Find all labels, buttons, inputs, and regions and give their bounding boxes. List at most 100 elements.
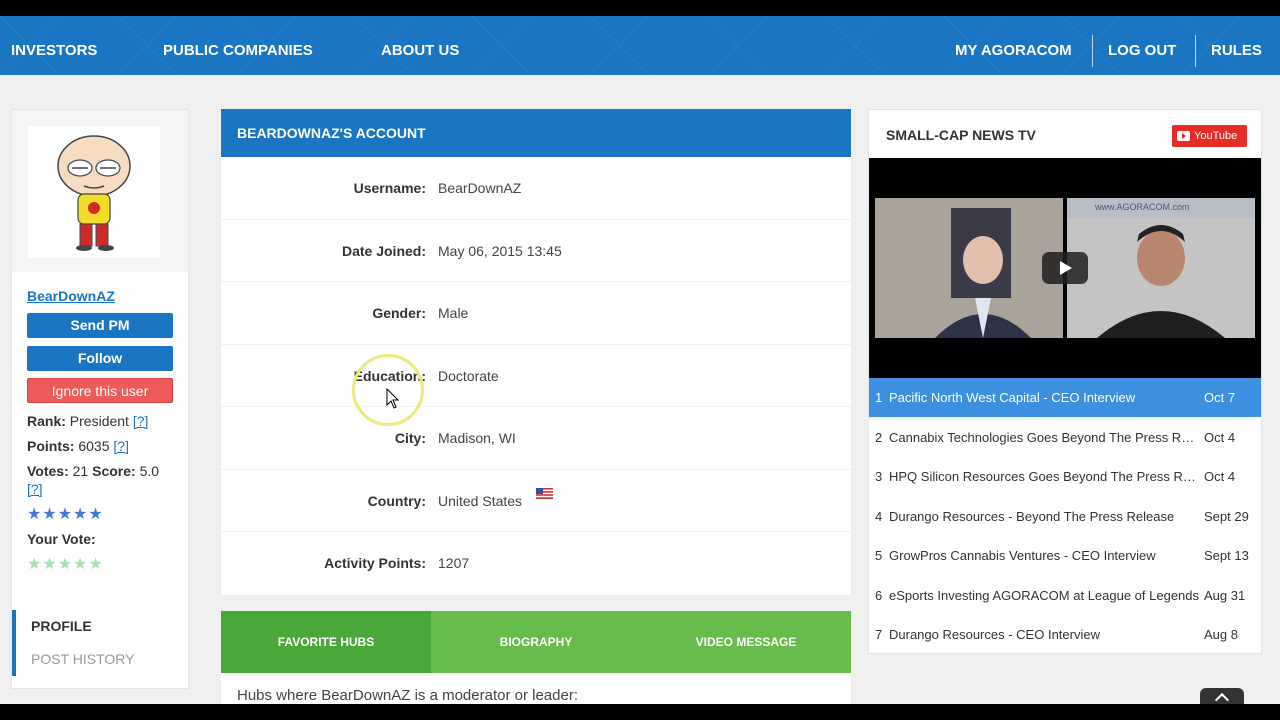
tab-biography[interactable]: BIOGRAPHY bbox=[431, 611, 641, 673]
playlist-item[interactable]: 2 Cannabix Technologies Goes Beyond The … bbox=[869, 418, 1261, 457]
account-details: Username: BearDownAZ Date Joined: May 06… bbox=[221, 157, 851, 595]
detail-label: Date Joined: bbox=[341, 242, 426, 259]
top-nav: INVESTORS PUBLIC COMPANIES ABOUT US MY A… bbox=[0, 16, 1280, 75]
playlist-date: Sept 29 bbox=[1204, 508, 1249, 524]
detail-value: Male bbox=[438, 305, 469, 321]
detail-row: Gender: Male bbox=[221, 282, 851, 345]
detail-label: Username: bbox=[353, 180, 426, 196]
detail-value: 1207 bbox=[438, 555, 470, 571]
points-help-link[interactable]: [?] bbox=[113, 438, 129, 454]
playlist-number: 5 bbox=[875, 548, 883, 563]
votes-label: Votes: bbox=[27, 463, 69, 479]
profile-nav: PROFILE POST HISTORY bbox=[12, 610, 188, 676]
play-button-icon[interactable] bbox=[1042, 252, 1088, 284]
votes-value: 21 bbox=[72, 463, 89, 479]
playlist-item[interactable]: 4 Durango Resources - Beyond The Press R… bbox=[869, 497, 1261, 536]
video-thumbnail-left bbox=[875, 198, 1063, 338]
score-help-link[interactable]: [?] bbox=[27, 481, 43, 497]
playlist-title: Durango Resources - CEO Interview bbox=[889, 627, 1100, 642]
detail-row: City: Madison, WI bbox=[221, 407, 851, 470]
detail-row: Date Joined: May 06, 2015 13:45 bbox=[221, 220, 851, 282]
detail-label: Country: bbox=[367, 492, 426, 509]
points-stat: Points: 6035 [?] bbox=[27, 437, 129, 455]
follow-button[interactable]: Follow bbox=[27, 346, 173, 371]
playlist-number: 2 bbox=[875, 429, 883, 445]
tab-favorite-hubs[interactable]: FAVORITE HUBS bbox=[221, 611, 431, 673]
profile-sidebar: BearDownAZ Send PM Follow Ignore this us… bbox=[11, 109, 189, 689]
score-label: Score: bbox=[92, 463, 136, 479]
nav-divider bbox=[1092, 35, 1093, 67]
playlist-item[interactable]: 5 GrowPros Cannabis Ventures - CEO Inter… bbox=[869, 536, 1261, 575]
votes-stat: Votes: 21 Score: 5.0 [?] bbox=[27, 462, 177, 498]
detail-row: Username: BearDownAZ bbox=[221, 157, 851, 220]
playlist-item[interactable]: 7 Durango Resources - CEO Interview Aug … bbox=[869, 615, 1261, 654]
nav-my-agoracom[interactable]: MY AGORACOM bbox=[955, 16, 1072, 75]
playlist-number: 6 bbox=[875, 587, 883, 603]
detail-value: Doctorate bbox=[438, 367, 499, 384]
account-panel: BEARDOWNAZ'S ACCOUNT Username: BearDownA… bbox=[221, 109, 851, 704]
playlist-item[interactable]: 1 Pacific North West Capital - CEO Inter… bbox=[869, 378, 1261, 417]
send-pm-button[interactable]: Send PM bbox=[27, 313, 173, 338]
tab-video-message[interactable]: VIDEO MESSAGE bbox=[641, 611, 851, 673]
youtube-icon bbox=[1177, 131, 1190, 141]
youtube-button[interactable]: YouTube bbox=[1172, 125, 1247, 147]
us-flag-icon bbox=[536, 487, 553, 499]
detail-value: United States bbox=[438, 492, 523, 509]
points-value: 6035 bbox=[78, 438, 110, 454]
detail-row: Education: Doctorate bbox=[221, 345, 851, 407]
rating-stars: ★★★★★ bbox=[27, 506, 104, 523]
nav-investors[interactable]: INVESTORS bbox=[11, 16, 97, 75]
playlist-title: Pacific North West Capital - CEO Intervi… bbox=[889, 390, 1136, 405]
playlist-date: Oct 4 bbox=[1204, 429, 1236, 445]
playlist-title: GrowPros Cannabis Ventures - CEO Intervi… bbox=[889, 548, 1156, 563]
playlist-date: Oct 4 bbox=[1204, 469, 1236, 484]
ignore-user-button[interactable]: Ignore this user bbox=[27, 378, 173, 403]
video-player[interactable]: www.AGORACOM.com bbox=[869, 158, 1261, 378]
playlist-number: 1 bbox=[875, 390, 883, 405]
video-frame-right: www.AGORACOM.com bbox=[1067, 198, 1255, 338]
playlist-number: 3 bbox=[875, 469, 883, 484]
scroll-to-top-button[interactable] bbox=[1200, 688, 1244, 704]
playlist-item[interactable]: 3 HPQ Silicon Resources Goes Beyond The … bbox=[869, 457, 1261, 496]
detail-label: Gender: bbox=[372, 305, 426, 321]
video-frame-left bbox=[875, 198, 1063, 338]
playlist-date: Sept 13 bbox=[1204, 548, 1249, 563]
detail-value: BearDownAZ bbox=[438, 180, 522, 196]
post-history-tab[interactable]: POST HISTORY bbox=[31, 651, 134, 667]
vote-stars[interactable]: ★★★★★ bbox=[27, 554, 104, 574]
playlist-number: 7 bbox=[875, 627, 883, 642]
detail-row: Activity Points: 1207 bbox=[221, 532, 851, 595]
rank-help-link[interactable]: [?] bbox=[133, 413, 149, 429]
playlist-item[interactable]: 6 eSports Investing AGORACOM at League o… bbox=[869, 576, 1261, 615]
nav-log-out[interactable]: LOG OUT bbox=[1108, 16, 1176, 75]
playlist-title: HPQ Silicon Resources Goes Beyond The Pr… bbox=[889, 469, 1199, 484]
nav-divider bbox=[1195, 35, 1196, 67]
mouse-pointer-icon bbox=[386, 388, 400, 409]
nav-public-companies[interactable]: PUBLIC COMPANIES bbox=[163, 16, 313, 75]
detail-value: May 06, 2015 13:45 bbox=[438, 242, 562, 259]
rank-value: President bbox=[69, 413, 129, 429]
tab-content: Hubs where BearDownAZ is a moderator or … bbox=[221, 673, 851, 704]
nav-about-us[interactable]: ABOUT US bbox=[381, 16, 459, 75]
rank-stat: Rank: President [?] bbox=[27, 412, 148, 430]
playlist-date: Aug 8 bbox=[1204, 627, 1238, 642]
playlist-date: Aug 31 bbox=[1204, 587, 1246, 603]
news-panel: SMALL-CAP NEWS TV YouTube www.AGORACOM.c… bbox=[868, 109, 1262, 654]
news-title: SMALL-CAP NEWS TV bbox=[886, 127, 1036, 143]
avatar-container bbox=[12, 110, 188, 272]
profile-tab[interactable]: PROFILE bbox=[31, 618, 92, 634]
detail-value: Madison, WI bbox=[438, 430, 516, 446]
your-vote-stat: Your Vote: bbox=[27, 530, 96, 548]
detail-label: Activity Points: bbox=[324, 555, 426, 571]
playlist-title: Durango Resources - Beyond The Press Rel… bbox=[889, 508, 1175, 524]
your-vote-label: Your Vote: bbox=[27, 531, 96, 547]
playlist-date: Oct 7 bbox=[1204, 390, 1236, 405]
score-value: 5.0 bbox=[139, 463, 160, 479]
nav-rules[interactable]: RULES bbox=[1211, 16, 1262, 75]
playlist-title: eSports Investing AGORACOM at League of … bbox=[889, 587, 1199, 603]
video-thumbnail-right bbox=[1067, 198, 1255, 338]
username-link[interactable]: BearDownAZ bbox=[27, 288, 115, 304]
points-label: Points: bbox=[27, 438, 75, 454]
playlist-title: Cannabix Technologies Goes Beyond The Pr… bbox=[889, 429, 1199, 445]
youtube-label: YouTube bbox=[1194, 130, 1238, 142]
